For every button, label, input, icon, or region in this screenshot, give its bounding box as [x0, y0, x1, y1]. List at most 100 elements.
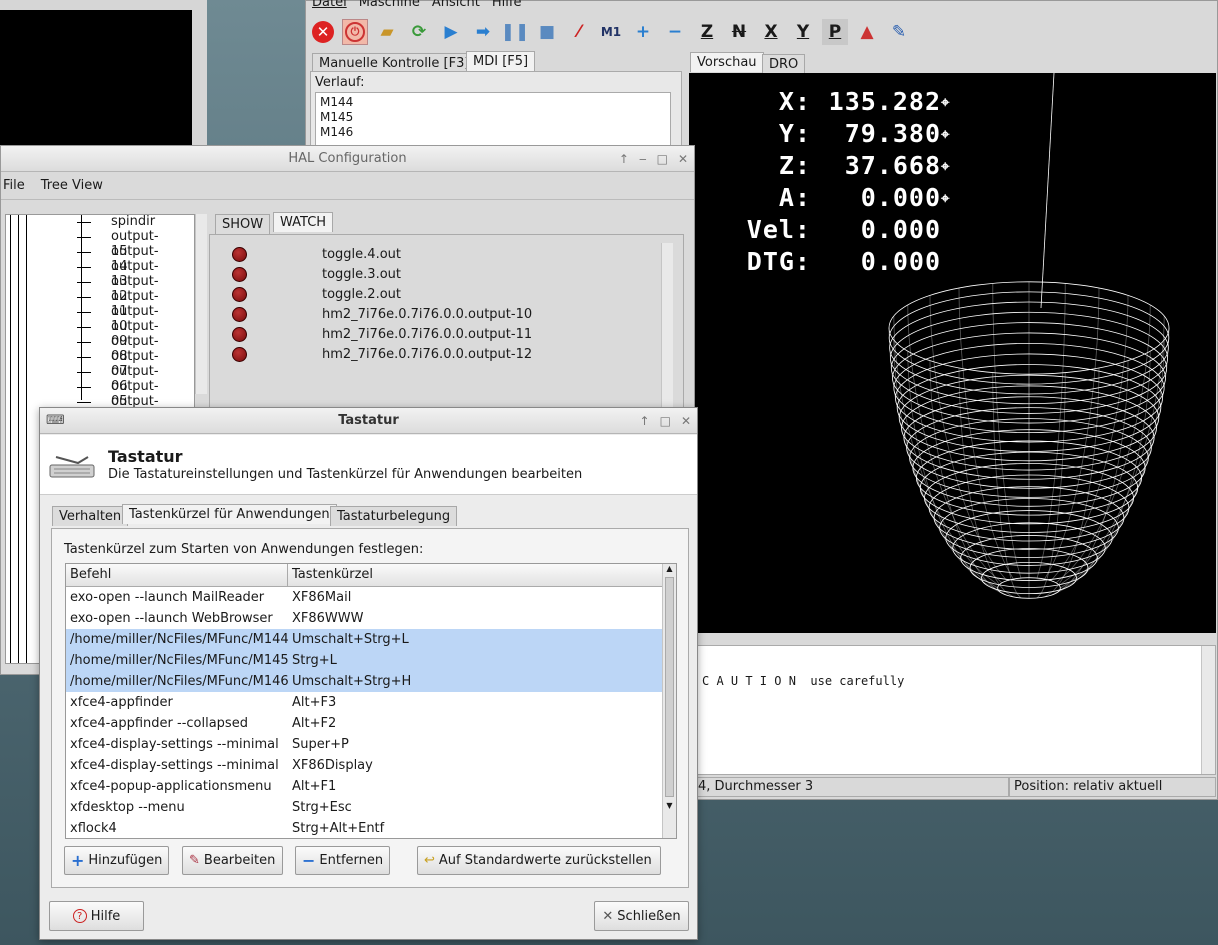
step-icon[interactable]: ➡: [470, 19, 496, 45]
watch-item: toggle.2.out: [232, 285, 401, 303]
watch-label: hm2_7i76e.0.7i76.0.0.output-10: [322, 306, 533, 322]
watch-item: hm2_7i76e.0.7i76.0.0.output-12: [232, 345, 532, 363]
table-row[interactable]: /home/miller/NcFiles/MFunc/M146 Umschalt+…: [66, 671, 662, 692]
scroll-up-arrow[interactable]: ▲: [663, 564, 676, 573]
zoom-out-icon[interactable]: −: [662, 19, 688, 45]
up-icon[interactable]: ↑: [640, 408, 650, 434]
table-row[interactable]: xfdesktop --menu Strg+Esc: [66, 797, 662, 818]
maximize-icon[interactable]: □: [657, 146, 668, 172]
menu-file[interactable]: File: [3, 178, 25, 193]
history-list[interactable]: M144 M145 M146: [315, 92, 671, 150]
row-command: /home/miller/NcFiles/MFunc/M145: [70, 653, 288, 668]
tab-vorschau[interactable]: Vorschau: [690, 52, 764, 72]
history-item[interactable]: M145: [320, 110, 666, 125]
tab-tastaturbelegung[interactable]: Tastaturbelegung: [330, 506, 458, 526]
estop-icon[interactable]: ✕: [310, 19, 336, 45]
scroll-down-arrow[interactable]: ▼: [663, 801, 676, 810]
close-icon[interactable]: ✕: [681, 408, 691, 434]
reload-icon[interactable]: ⟳: [406, 19, 432, 45]
tree-item[interactable]: spindir: [77, 214, 155, 229]
shortcut-table[interactable]: Befehl Tastenkürzel exo-open --launch Ma…: [65, 563, 677, 839]
stop-icon[interactable]: ■: [534, 19, 560, 45]
view-z2-icon[interactable]: N: [726, 19, 752, 45]
rotate-icon[interactable]: ▲: [854, 19, 880, 45]
watch-label: toggle.3.out: [322, 266, 401, 282]
help-button[interactable]: ? Hilfe: [49, 901, 144, 931]
minimize-icon[interactable]: ‒: [639, 146, 647, 172]
menu-tree-view[interactable]: Tree View: [41, 178, 103, 193]
block-delete-icon[interactable]: ⁄: [566, 19, 592, 45]
table-header: Befehl Tastenkürzel: [66, 564, 662, 587]
power-icon[interactable]: ⏻: [342, 19, 368, 45]
history-item[interactable]: M144: [320, 95, 666, 110]
history-item[interactable]: M146: [320, 125, 666, 140]
menu-hilfe[interactable]: Hilfe: [492, 0, 522, 10]
table-row[interactable]: xfce4-appfinder --collapsed Alt+F2: [66, 713, 662, 734]
row-shortcut: XF86WWW: [292, 611, 364, 626]
tab-mdi[interactable]: MDI [F5]: [466, 51, 536, 71]
help-icon: ?: [72, 909, 87, 923]
view-y-icon[interactable]: Y: [790, 19, 816, 45]
watch-item: hm2_7i76e.0.7i76.0.0.output-10: [232, 305, 532, 323]
preview-canvas[interactable]: X: 135.282 ⌖ Y: 79.380 ⌖ Z: 37.668 ⌖ A: 0.000 ⌖ …: [689, 73, 1216, 633]
close-button[interactable]: ✕ Schließen: [594, 901, 689, 931]
maximize-icon[interactable]: □: [660, 408, 671, 434]
scroll-thumb[interactable]: [665, 577, 674, 797]
tastatur-dialog: ⌨ Tastatur ↑ □ ✕ Tastatur Die Tastaturei…: [39, 407, 698, 940]
optional-stop-icon[interactable]: M1: [598, 19, 624, 45]
tab-content: Tastenkürzel zum Starten von Anwendungen…: [51, 528, 689, 888]
open-folder-icon[interactable]: ▰: [374, 19, 400, 45]
hal-titlebar: HAL Configuration ↑ ‒ □ ✕: [1, 146, 694, 172]
table-scrollbar[interactable]: ▲ ▼: [662, 564, 676, 838]
table-row[interactable]: xfce4-display-settings --minimal Super+P: [66, 734, 662, 755]
message-area: C A U T I O N use carefully: [689, 645, 1216, 775]
tab-tastenkuerzel[interactable]: Tastenkürzel für Anwendungen: [122, 504, 337, 524]
tree-scrollbar[interactable]: [195, 214, 207, 394]
menu-maschine[interactable]: Maschine: [359, 0, 420, 10]
add-button[interactable]: + Hinzufügen: [64, 846, 169, 875]
menu-ansicht[interactable]: Ansicht: [432, 0, 480, 10]
row-shortcut: Strg+Esc: [292, 800, 352, 815]
tab-dro[interactable]: DRO: [762, 54, 806, 74]
column-tastenkuerzel[interactable]: Tastenkürzel: [288, 564, 373, 586]
message-scrollbar[interactable]: [1201, 646, 1215, 774]
pause-icon[interactable]: ❚❚: [501, 19, 530, 45]
clear-plot-icon[interactable]: ✎: [886, 19, 912, 45]
row-command: xfce4-popup-applicationsmenu: [70, 779, 272, 794]
watch-scrollbar[interactable]: [661, 243, 673, 408]
tab-manuelle-kontrolle[interactable]: Manuelle Kontrolle [F3]: [312, 53, 477, 73]
toolpath-plot: [888, 73, 1170, 599]
run-icon[interactable]: ▶: [438, 19, 464, 45]
column-befehl[interactable]: Befehl: [66, 564, 288, 586]
view-p-icon[interactable]: P: [822, 19, 848, 45]
zoom-in-icon[interactable]: +: [630, 19, 656, 45]
edit-button[interactable]: ✎ Bearbeiten: [182, 846, 283, 875]
table-row[interactable]: xflock4 Strg+Alt+Entf: [66, 818, 662, 838]
close-icon[interactable]: ✕: [678, 146, 688, 172]
minus-icon: −: [302, 851, 316, 870]
row-shortcut: XF86Display: [292, 758, 373, 773]
reset-defaults-button[interactable]: ↩ Auf Standardwerte zurückstellen: [417, 846, 661, 875]
table-row[interactable]: /home/miller/NcFiles/MFunc/M144 Umschalt+…: [66, 629, 662, 650]
row-command: xfce4-appfinder --collapsed: [70, 716, 248, 731]
tab-show[interactable]: SHOW: [215, 214, 271, 234]
table-row[interactable]: exo-open --launch WebBrowser XF86WWW: [66, 608, 662, 629]
instruction-label: Tastenkürzel zum Starten von Anwendungen…: [64, 542, 424, 557]
table-row[interactable]: xfce4-popup-applicationsmenu Alt+F1: [66, 776, 662, 797]
view-z-icon[interactable]: Z: [694, 19, 720, 45]
tab-watch[interactable]: WATCH: [273, 212, 334, 232]
row-command: /home/miller/NcFiles/MFunc/M144: [70, 632, 288, 647]
row-shortcut: Umschalt+Strg+H: [292, 674, 412, 689]
dialog-subheading: Die Tastatureinstellungen und Tastenkürz…: [108, 467, 583, 482]
row-command: xfce4-display-settings --minimal: [70, 737, 279, 752]
table-row[interactable]: xfce4-display-settings --minimal XF86Disp…: [66, 755, 662, 776]
table-row[interactable]: exo-open --launch MailReader XF86Mail: [66, 587, 662, 608]
remove-button[interactable]: − Entfernen: [295, 846, 390, 875]
table-row[interactable]: /home/miller/NcFiles/MFunc/M145 Strg+L: [66, 650, 662, 671]
view-x-icon[interactable]: X: [758, 19, 784, 45]
up-icon[interactable]: ↑: [619, 146, 629, 172]
table-row[interactable]: xfce4-appfinder Alt+F3: [66, 692, 662, 713]
watch-label: toggle.4.out: [322, 246, 401, 262]
menu-datei[interactable]: Datei: [312, 0, 347, 10]
tab-verhalten[interactable]: Verhalten: [52, 506, 129, 526]
